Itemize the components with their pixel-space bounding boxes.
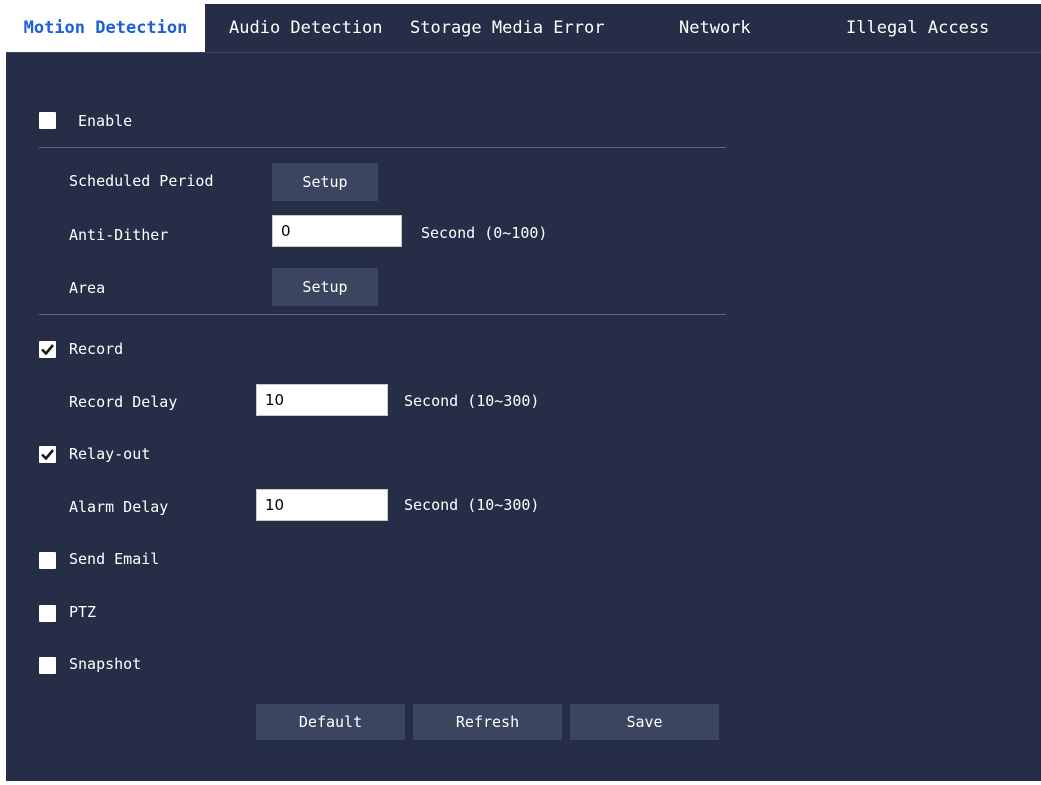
- divider: [39, 147, 726, 148]
- tab-motion-detection[interactable]: Motion Detection: [6, 4, 205, 52]
- check-icon: [41, 344, 55, 356]
- enable-label: Enable: [78, 112, 133, 130]
- anti-dither-input[interactable]: 0: [272, 215, 402, 247]
- anti-dither-label: Anti-Dither: [69, 226, 169, 244]
- tab-illegal-access[interactable]: Illegal Access: [846, 4, 989, 52]
- ptz-label: PTZ: [69, 603, 97, 621]
- record-checkbox[interactable]: [39, 341, 56, 358]
- alarm-delay-unit: Second (10~300): [404, 496, 540, 514]
- scheduled-period-setup-button[interactable]: Setup: [272, 163, 378, 201]
- area-label: Area: [69, 279, 106, 297]
- record-delay-unit: Second (10~300): [404, 392, 540, 410]
- relay-out-label: Relay-out: [69, 445, 151, 463]
- scheduled-period-label: Scheduled Period: [69, 172, 214, 190]
- alarm-delay-input[interactable]: 10: [256, 489, 388, 521]
- tab-network[interactable]: Network: [679, 4, 751, 52]
- record-label: Record: [69, 340, 124, 358]
- tab-bar: Motion Detection Audio Detection Storage…: [6, 4, 1041, 53]
- tab-storage-media-error[interactable]: Storage Media Error: [410, 4, 604, 52]
- save-button[interactable]: Save: [570, 704, 719, 740]
- default-button[interactable]: Default: [256, 704, 405, 740]
- divider: [39, 314, 726, 315]
- relay-out-checkbox[interactable]: [39, 446, 56, 463]
- alarm-delay-label: Alarm Delay: [69, 498, 169, 516]
- send-email-checkbox[interactable]: [39, 552, 56, 569]
- check-icon: [41, 449, 55, 461]
- snapshot-checkbox[interactable]: [39, 657, 56, 674]
- record-delay-label: Record Delay: [69, 393, 178, 411]
- tab-audio-detection[interactable]: Audio Detection: [229, 4, 383, 52]
- ptz-checkbox[interactable]: [39, 605, 56, 622]
- anti-dither-unit: Second (0~100): [421, 224, 548, 242]
- snapshot-label: Snapshot: [69, 655, 142, 673]
- send-email-label: Send Email: [69, 550, 160, 568]
- enable-checkbox[interactable]: [39, 112, 56, 129]
- record-delay-input[interactable]: 10: [256, 384, 388, 416]
- motion-detection-panel: Motion Detection Audio Detection Storage…: [6, 4, 1041, 781]
- refresh-button[interactable]: Refresh: [413, 704, 562, 740]
- area-setup-button[interactable]: Setup: [272, 268, 378, 306]
